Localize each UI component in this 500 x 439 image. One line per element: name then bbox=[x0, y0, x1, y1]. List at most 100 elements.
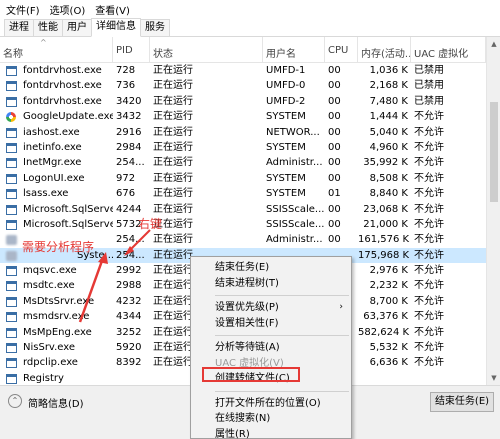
column-header-4[interactable]: CPU bbox=[325, 37, 358, 63]
menu-separator bbox=[215, 295, 349, 296]
context-menu-item[interactable]: 结束任务(E) bbox=[191, 260, 351, 275]
context-menu-item[interactable]: 在线搜索(N) bbox=[191, 411, 351, 426]
context-menu-label: 打开文件所在的位置(O) bbox=[215, 397, 321, 409]
table-row[interactable]: fontdrvhost.exe 736 正在运行 UMFD-0 00 2,168 K 已禁用 bbox=[0, 78, 486, 93]
process-icon bbox=[6, 96, 17, 107]
cell-cpu: 00 bbox=[328, 111, 341, 123]
table-row[interactable]: Microsoft.SqlServe...4244正在运行SSISScale..… bbox=[0, 202, 486, 217]
tab-0[interactable]: 进程 bbox=[4, 19, 34, 36]
end-task-button[interactable]: 结束任务(E) bbox=[430, 392, 494, 412]
context-menu-item[interactable]: 属性(R) bbox=[191, 427, 351, 439]
column-header-2[interactable]: 状态 bbox=[150, 37, 263, 63]
process-icon bbox=[6, 127, 17, 138]
cell-cpu: 00 bbox=[328, 141, 341, 153]
cell-uac: 不允许 bbox=[414, 357, 444, 369]
column-header-0[interactable]: 名称 bbox=[0, 37, 113, 63]
cell-uac: 不允许 bbox=[414, 111, 444, 123]
process-icon bbox=[6, 219, 17, 230]
cell-mem: 7,480 K bbox=[369, 95, 408, 107]
process-icon bbox=[6, 189, 17, 200]
cell-status: 正在运行 bbox=[153, 65, 193, 76]
context-menu-label: 结束进程树(T) bbox=[215, 277, 279, 289]
cell-mem: 8,840 K bbox=[369, 188, 408, 200]
vertical-scrollbar[interactable]: ▲ ▼ bbox=[486, 37, 500, 385]
scroll-up-icon[interactable]: ▲ bbox=[487, 37, 500, 51]
tab-2[interactable]: 用户 bbox=[62, 19, 92, 36]
context-menu-item[interactable]: 分析等待链(A) bbox=[191, 340, 351, 355]
menu-item[interactable]: 文件(F) bbox=[6, 2, 40, 17]
tab-3[interactable]: 详细信息 bbox=[91, 18, 141, 37]
menu-item[interactable]: 选项(O) bbox=[50, 2, 86, 17]
cell-mem: 35,992 K bbox=[363, 157, 408, 169]
context-menu-item[interactable]: 设置优先级(P) › bbox=[191, 300, 351, 315]
cell-uac: 不允许 bbox=[414, 265, 444, 277]
cell-name: mqsvc.exe bbox=[23, 265, 77, 277]
cell-status: 正在运行 bbox=[153, 141, 193, 153]
cell-mem: 5,040 K bbox=[369, 126, 408, 138]
cell-mem: 8,700 K bbox=[369, 295, 408, 307]
cell-uac: 已禁用 bbox=[414, 80, 444, 92]
cell-uac: 已禁用 bbox=[414, 95, 444, 107]
target-program-annotation: 需要分析程序 bbox=[22, 240, 95, 254]
cell-uac: 不允许 bbox=[414, 249, 444, 261]
cell-user: UMFD-0 bbox=[266, 80, 306, 92]
cell-mem: 4,960 K bbox=[369, 141, 408, 153]
column-header-5[interactable]: 内存(活动... bbox=[358, 37, 411, 63]
cell-name: lsass.exe bbox=[23, 188, 69, 200]
cell-mem: 2,976 K bbox=[369, 265, 408, 277]
cell-pid: 254... bbox=[116, 157, 145, 169]
cell-cpu: 00 bbox=[328, 234, 341, 246]
cell-pid: 4344 bbox=[116, 311, 142, 323]
table-row[interactable]: InetMgr.exe 254... 正在运行 Administr... 00 35,99… bbox=[0, 155, 486, 170]
context-menu: 结束任务(E) 结束进程树(T) 设置优先级(P) › 设置相关性(F) 分析等待链(A)… bbox=[190, 256, 352, 439]
context-menu-item[interactable]: 设置相关性(F) bbox=[191, 316, 351, 331]
context-menu-item[interactable]: 结束进程树(T) bbox=[191, 276, 351, 291]
table-row[interactable]: GoogleUpdate.exe 3432 正在运行 SYSTEM 00 1,444 K 不… bbox=[0, 109, 486, 124]
table-row[interactable]: lsass.exe 676 正在运行 SYSTEM 01 8,840 K 不允许 bbox=[0, 186, 486, 201]
cell-mem: 2,168 K bbox=[369, 80, 408, 92]
cell-cpu: 00 bbox=[328, 172, 341, 184]
table-row[interactable]: iashost.exe 2916 正在运行 NETWOR... 00 5,040 K 不允许 bbox=[0, 125, 486, 140]
cell-cpu: 00 bbox=[328, 157, 341, 169]
cell-user: SYSTEM bbox=[266, 172, 306, 184]
tab-1[interactable]: 性能 bbox=[33, 19, 63, 36]
cell-mem: 6,636 K bbox=[369, 357, 408, 369]
table-row[interactable]: LogonUI.exe 972 正在运行 SYSTEM 00 8,508 K 不允许 bbox=[0, 171, 486, 186]
cell-pid: 728 bbox=[116, 65, 136, 76]
cell-user: Administr... bbox=[266, 234, 323, 246]
tab-4[interactable]: 服务 bbox=[140, 19, 170, 36]
cell-name: InetMgr.exe bbox=[23, 157, 82, 169]
context-menu-label: 设置优先级(P) bbox=[215, 302, 279, 313]
cell-pid: 254... bbox=[116, 234, 145, 246]
context-menu-item[interactable]: 打开文件所在的位置(O) bbox=[191, 396, 351, 411]
cell-mem: 2,232 K bbox=[369, 280, 408, 292]
cell-name: LogonUI.exe bbox=[23, 172, 85, 184]
table-row[interactable]: inetinfo.exe 2984 正在运行 SYSTEM 00 4,960 K 不允许 bbox=[0, 140, 486, 155]
table-row[interactable]: Microsoft.SqlServe...5732正在运行SSISScale..… bbox=[0, 217, 486, 232]
cell-pid: 3420 bbox=[116, 95, 142, 107]
cell-mem: 5,532 K bbox=[369, 342, 408, 354]
column-header-1[interactable]: PID bbox=[113, 37, 150, 63]
process-icon bbox=[6, 343, 17, 354]
cell-pid: 5920 bbox=[116, 342, 142, 354]
cell-mem bbox=[358, 371, 411, 385]
collapse-icon[interactable]: ⌃ bbox=[8, 394, 22, 408]
column-header-3[interactable]: 用户名 bbox=[263, 37, 325, 63]
menu-item[interactable]: 查看(V) bbox=[95, 2, 130, 17]
column-header-6[interactable]: UAC 虚拟化 bbox=[411, 37, 486, 63]
cell-name: MsDtsSrvr.exe bbox=[23, 295, 95, 307]
brief-info-link[interactable]: 简略信息(D) bbox=[28, 395, 84, 410]
scroll-down-icon[interactable]: ▼ bbox=[487, 371, 500, 385]
cell-name: fontdrvhost.exe bbox=[23, 80, 102, 92]
cell-user: UMFD-1 bbox=[266, 65, 306, 76]
scroll-thumb[interactable] bbox=[490, 102, 498, 202]
process-icon bbox=[6, 281, 17, 292]
cell-uac: 不允许 bbox=[414, 172, 444, 184]
process-icon bbox=[6, 81, 17, 92]
process-icon bbox=[6, 66, 17, 76]
cell-status: 正在运行 bbox=[153, 218, 193, 230]
cell-mem: 23,068 K bbox=[363, 203, 408, 215]
table-row[interactable]: fontdrvhost.exe 3420 正在运行 UMFD-2 00 7,480 K 已禁… bbox=[0, 94, 486, 109]
dump-file-highlight-box bbox=[202, 367, 300, 382]
table-row[interactable]: fontdrvhost.exe 728 正在运行 UMFD-1 00 1,036 K 已禁用 bbox=[0, 63, 486, 78]
